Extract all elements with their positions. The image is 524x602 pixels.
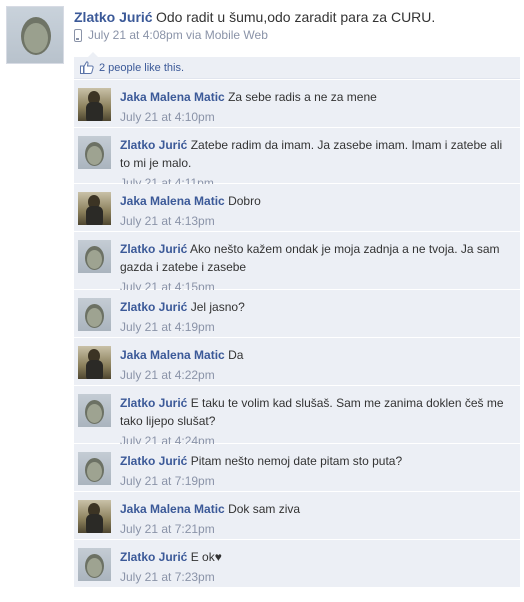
mobile-phone-icon: [74, 28, 82, 42]
facebook-post: Zlatko Jurić Odo radit u šumu,odo zaradi…: [0, 0, 524, 602]
comment-author-name[interactable]: Zlatko Jurić: [120, 138, 187, 152]
post-status-text: Odo radit u šumu,odo zaradit para za CUR…: [155, 9, 436, 25]
comment-author-avatar[interactable]: [78, 500, 111, 533]
comment-body: Jaka Malena Matic Dok sam ziva July 21 at…: [120, 500, 510, 538]
comment-item: Zlatko Jurić Pitam nešto nemoj date pita…: [74, 444, 520, 492]
comment-timestamp[interactable]: July 21 at 4:19pm: [120, 318, 510, 336]
comment-body: Jaka Malena Matic Dobro July 21 at 4:13pm: [120, 192, 510, 230]
comment-item: Zlatko Jurić Ako nešto kažem ondak je mo…: [74, 232, 520, 294]
comment-timestamp[interactable]: July 21 at 4:13pm: [120, 212, 510, 230]
comment-body: Zlatko Jurić E taku te volim kad slušaš.…: [120, 394, 510, 450]
comment-timestamp[interactable]: July 21 at 7:19pm: [120, 472, 510, 490]
comment-body: Zlatko Jurić E ok♥ July 21 at 7:23pm: [120, 548, 510, 586]
comment-author-avatar[interactable]: [78, 548, 111, 581]
comment-item: Jaka Malena Matic Za sebe radis a ne za …: [74, 80, 520, 128]
comment-author-avatar[interactable]: [78, 136, 111, 169]
comment-timestamp[interactable]: July 21 at 7:21pm: [120, 520, 510, 538]
comment-author-name[interactable]: Zlatko Jurić: [120, 454, 187, 468]
comment-body: Zlatko Jurić Ako nešto kažem ondak je mo…: [120, 240, 510, 296]
comment-author-name[interactable]: Zlatko Jurić: [120, 396, 187, 410]
comment-text: E ok♥: [190, 550, 222, 564]
post-author-avatar[interactable]: [6, 6, 64, 64]
post-timestamp[interactable]: July 21 at 4:08pm via Mobile Web: [88, 28, 268, 42]
comment-author-name[interactable]: Jaka Malena Matic: [120, 502, 225, 516]
like-count-link[interactable]: 2 people like this.: [99, 62, 184, 74]
comment-author-name[interactable]: Jaka Malena Matic: [120, 194, 225, 208]
comment-author-avatar[interactable]: [78, 394, 111, 427]
comment-author-name[interactable]: Jaka Malena Matic: [120, 348, 225, 362]
comment-timestamp[interactable]: July 21 at 4:10pm: [120, 108, 510, 126]
comment-item: Zlatko Jurić Jel jasno? July 21 at 4:19pm: [74, 290, 520, 338]
post-header: Zlatko Jurić Odo radit u šumu,odo zaradi…: [74, 9, 514, 25]
comment-author-avatar[interactable]: [78, 346, 111, 379]
comment-text: Da: [228, 348, 244, 362]
comment-item: Jaka Malena Matic Dobro July 21 at 4:13pm: [74, 184, 520, 232]
comment-list: Jaka Malena Matic Za sebe radis a ne za …: [74, 80, 520, 588]
comment-text: Dok sam ziva: [228, 502, 301, 516]
comment-item: Zlatko Jurić E ok♥ July 21 at 7:23pm: [74, 540, 520, 588]
thumbs-up-icon: [80, 61, 94, 74]
comment-item: Zlatko Jurić E taku te volim kad slušaš.…: [74, 386, 520, 448]
comment-text: Pitam nešto nemoj date pitam sto puta?: [190, 454, 403, 468]
comment-body: Jaka Malena Matic Da July 21 at 4:22pm: [120, 346, 510, 384]
comment-body: Zlatko Jurić Jel jasno? July 21 at 4:19pm: [120, 298, 510, 336]
comment-author-avatar[interactable]: [78, 240, 111, 273]
comment-item: Zlatko Jurić Zatebe radim da imam. Ja za…: [74, 128, 520, 190]
comment-text: Za sebe radis a ne za mene: [228, 90, 377, 104]
like-bar: 2 people like this.: [74, 52, 520, 79]
comment-timestamp[interactable]: July 21 at 7:23pm: [120, 568, 510, 586]
comment-author-avatar[interactable]: [78, 192, 111, 225]
comment-author-name[interactable]: Zlatko Jurić: [120, 300, 187, 314]
comment-author-name[interactable]: Zlatko Jurić: [120, 242, 187, 256]
comment-author-avatar[interactable]: [78, 88, 111, 121]
comment-author-avatar[interactable]: [78, 298, 111, 331]
post-author-name[interactable]: Zlatko Jurić: [74, 9, 153, 25]
comment-author-avatar[interactable]: [78, 452, 111, 485]
comment-author-name[interactable]: Zlatko Jurić: [120, 550, 187, 564]
comment-body: Zlatko Jurić Pitam nešto nemoj date pita…: [120, 452, 510, 490]
comment-body: Jaka Malena Matic Za sebe radis a ne za …: [120, 88, 510, 126]
comment-item: Jaka Malena Matic Da July 21 at 4:22pm: [74, 338, 520, 386]
comment-author-name[interactable]: Jaka Malena Matic: [120, 90, 225, 104]
comment-text: Dobro: [228, 194, 261, 208]
comment-text: Jel jasno?: [190, 300, 245, 314]
post-meta: July 21 at 4:08pm via Mobile Web: [74, 28, 268, 42]
comment-item: Jaka Malena Matic Dok sam ziva July 21 at…: [74, 492, 520, 540]
comment-timestamp[interactable]: July 21 at 4:22pm: [120, 366, 510, 384]
